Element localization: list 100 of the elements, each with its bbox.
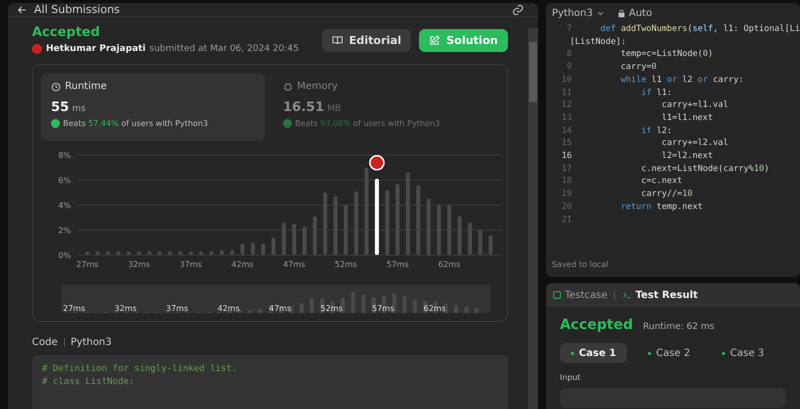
range-navigator[interactable]: 27ms 32ms 37ms 42ms 47ms 52ms 57ms 62ms bbox=[61, 285, 491, 313]
stat-tab[interactable]: Memory 16.51 MB Beats 93.08% of users with Python3 bbox=[273, 73, 497, 141]
bar[interactable] bbox=[116, 251, 120, 255]
bar[interactable] bbox=[240, 244, 244, 255]
chip-icon bbox=[283, 82, 293, 92]
result-status: Accepted bbox=[560, 317, 634, 333]
line-number: 7 bbox=[566, 23, 573, 36]
stat-tab[interactable]: Runtime 55 ms Beats 57.44% of users with Python3 bbox=[41, 73, 265, 141]
beats-text: Beats 93.08% of users with Python3 bbox=[295, 119, 440, 128]
bar[interactable] bbox=[137, 251, 142, 255]
save-status: Saved to local bbox=[550, 260, 610, 271]
bar[interactable] bbox=[188, 251, 193, 255]
case-tab[interactable]: Case 2 bbox=[637, 343, 702, 363]
code-line: [ListNode]: bbox=[570, 36, 626, 48]
stat-value: 55 bbox=[51, 100, 70, 115]
code-line: return temp.next bbox=[620, 200, 703, 214]
code-line: l2=l2.next bbox=[660, 150, 713, 163]
axis-label: 6% bbox=[58, 176, 71, 185]
code-line: c.next=ListNode(carry%10) bbox=[640, 162, 770, 176]
navigator-label: 62ms bbox=[424, 304, 446, 313]
bar[interactable] bbox=[220, 250, 224, 255]
code-line: def addTwoNumbers(self, l1: Optional[Li bbox=[599, 23, 800, 36]
highlighted-bar[interactable] bbox=[374, 178, 379, 255]
book-icon bbox=[332, 35, 343, 46]
case-tab[interactable]: Case 1 bbox=[560, 343, 628, 363]
bar[interactable] bbox=[106, 251, 110, 255]
code-line: while l1 or l2 or carry: bbox=[620, 74, 744, 87]
axis-label: 8% bbox=[58, 151, 71, 160]
language-selector[interactable]: Python3 bbox=[552, 8, 605, 19]
bar[interactable] bbox=[96, 251, 100, 255]
bar[interactable] bbox=[458, 216, 462, 255]
code-line: c=c.next bbox=[640, 175, 682, 188]
runtime-text: Runtime: 62 ms bbox=[643, 322, 714, 332]
bar[interactable] bbox=[488, 235, 493, 255]
bar[interactable] bbox=[250, 242, 255, 255]
result-tab[interactable]: Test Result bbox=[620, 290, 698, 300]
axis-label: 52ms bbox=[334, 260, 357, 269]
axis-label: 32ms bbox=[128, 260, 150, 269]
all-submissions-link[interactable]: All Submissions bbox=[34, 3, 506, 16]
status-text: Accepted bbox=[32, 25, 101, 40]
clock-icon bbox=[51, 82, 61, 92]
edit-icon bbox=[429, 35, 440, 46]
editorial-button[interactable]: Editorial bbox=[322, 29, 412, 52]
navigator-label: 52ms bbox=[320, 304, 343, 313]
code-line: # Definition for singly-linked list. bbox=[42, 363, 238, 376]
bar[interactable] bbox=[312, 216, 317, 255]
bar[interactable] bbox=[468, 222, 472, 255]
bar[interactable] bbox=[416, 185, 420, 255]
code-line: # class ListNode: bbox=[42, 376, 136, 389]
bar[interactable] bbox=[261, 244, 266, 255]
bar[interactable] bbox=[478, 230, 482, 255]
axis-label: 62ms bbox=[438, 260, 460, 269]
navigator-label: 32ms bbox=[114, 304, 137, 313]
bar[interactable] bbox=[364, 168, 369, 255]
bar[interactable] bbox=[158, 251, 162, 255]
back-arrow-icon[interactable] bbox=[16, 4, 28, 16]
input-label: Input bbox=[560, 373, 582, 382]
bar[interactable] bbox=[230, 250, 234, 255]
bar[interactable] bbox=[199, 251, 204, 255]
bar[interactable] bbox=[323, 192, 328, 255]
bar[interactable] bbox=[282, 222, 286, 255]
bar[interactable] bbox=[168, 251, 172, 255]
code-line: temp=c=ListNode(0) bbox=[620, 48, 713, 62]
bar[interactable] bbox=[178, 251, 182, 255]
code-line: if l2: bbox=[640, 124, 672, 138]
axis-label: 2% bbox=[58, 226, 71, 235]
avatar-icon bbox=[32, 44, 42, 54]
bar[interactable] bbox=[209, 251, 214, 255]
bar[interactable] bbox=[292, 224, 296, 255]
navigator-label: 37ms bbox=[166, 304, 188, 313]
code-line: carry=0 bbox=[620, 61, 657, 74]
bar[interactable] bbox=[147, 251, 152, 255]
code-line: carry+=l1.val bbox=[660, 99, 728, 112]
bar[interactable] bbox=[385, 190, 390, 255]
bar[interactable] bbox=[302, 226, 306, 255]
line-number: 8 bbox=[566, 48, 573, 62]
line-number: 13 bbox=[560, 112, 573, 125]
line-number: 16 bbox=[560, 150, 573, 163]
checkbox-icon bbox=[552, 290, 562, 300]
result-tab[interactable]: Testcase bbox=[552, 290, 608, 300]
bar[interactable] bbox=[272, 238, 276, 255]
axis-label: 57ms bbox=[386, 260, 409, 269]
case-tab[interactable]: Case 3 bbox=[711, 343, 776, 363]
bar[interactable] bbox=[396, 184, 400, 255]
bar[interactable] bbox=[447, 205, 452, 255]
code-line: l1=l1.next bbox=[660, 112, 713, 125]
bar[interactable] bbox=[126, 251, 131, 255]
bar[interactable] bbox=[436, 205, 441, 255]
bar[interactable] bbox=[406, 172, 410, 255]
scrollbar[interactable] bbox=[528, 28, 538, 409]
navigator-label: 42ms bbox=[218, 304, 240, 313]
bar[interactable] bbox=[334, 196, 338, 255]
bar[interactable] bbox=[85, 251, 90, 255]
link-icon[interactable] bbox=[512, 4, 524, 16]
bar[interactable] bbox=[354, 191, 358, 255]
bar[interactable] bbox=[426, 198, 431, 255]
author-name[interactable]: Hetkumar Prajapati bbox=[46, 44, 146, 54]
bar[interactable] bbox=[344, 205, 348, 255]
mode-label[interactable]: Auto bbox=[628, 8, 652, 19]
stat-title: Runtime bbox=[65, 81, 107, 92]
